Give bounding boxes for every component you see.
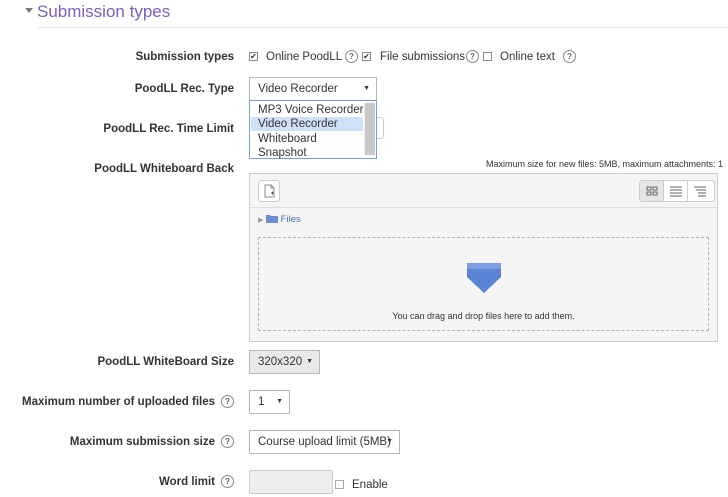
max-size-label: Maximum submission size [69,436,215,448]
word-limit-input[interactable] [249,470,333,494]
max-files-select[interactable]: 1 ▼ [249,390,290,414]
add-file-button[interactable] [258,180,280,202]
option-whiteboard[interactable]: Whiteboard [251,132,363,146]
toolbar-divider [250,207,717,208]
online-poodll-label: Online PoodLL [266,51,343,63]
option-snapshot[interactable]: Snapshot [251,146,363,160]
whiteboard-size-select[interactable]: 320x320 ▼ [249,350,320,374]
view-icons-button[interactable] [640,181,664,201]
view-tree-button[interactable] [688,181,712,201]
chevron-down-icon: ▼ [386,438,393,445]
whiteboard-size-label: PoodLL WhiteBoard Size [97,356,234,368]
folder-icon [266,215,279,223]
file-submissions-checkbox[interactable]: ✔ [362,52,371,61]
list-icon [670,186,682,197]
add-file-icon [264,184,275,198]
help-icon[interactable]: ? [221,395,234,408]
option-video-recorder[interactable]: Video Recorder [251,117,363,131]
file-submissions-label: File submissions [380,51,465,63]
word-limit-label: Word limit [158,476,215,488]
view-switcher [639,180,715,202]
file-path[interactable]: ▶ Files [258,213,301,225]
rec-type-value: Video Recorder [258,83,338,95]
help-icon[interactable]: ? [345,50,358,63]
drop-instructions: You can drag and drop files here to add … [392,311,575,321]
time-limit-label: PoodLL Rec. Time Limit [103,123,234,135]
whiteboard-back-label: PoodLL Whiteboard Back [94,163,234,175]
online-text-label: Online text [500,51,555,63]
rec-type-select[interactable]: Video Recorder ▼ [249,77,377,101]
max-size-note: Maximum size for new files: 5MB, maximum… [486,159,724,169]
max-size-select[interactable]: Course upload limit (5MB) ▼ [249,430,400,454]
help-icon[interactable]: ? [563,50,576,63]
section-title[interactable]: Submission types [37,2,170,22]
rec-type-options-list[interactable]: MP3 Voice Recorder Video Recorder Whiteb… [249,100,377,159]
drop-arrow-icon [467,263,501,293]
whiteboard-size-value: 320x320 [258,356,303,368]
rec-type-label: PoodLL Rec. Type [134,83,234,95]
collapse-caret-icon[interactable] [25,8,33,13]
chevron-down-icon: ▼ [363,85,370,92]
max-files-label: Maximum number of uploaded files [22,396,215,408]
grid-icon [646,186,658,196]
chevron-down-icon: ▼ [276,398,283,405]
word-limit-enable-label: Enable [352,479,388,491]
view-details-button[interactable] [664,181,688,201]
word-limit-enable-checkbox[interactable] [335,480,344,489]
file-manager: ▶ Files You can drag and drop files here… [249,173,718,342]
file-drop-zone[interactable]: You can drag and drop files here to add … [258,237,709,331]
help-icon[interactable]: ? [466,50,479,63]
section-divider [38,27,728,28]
time-limit-select[interactable] [376,117,384,139]
online-poodll-checkbox[interactable]: ✔ [249,52,258,61]
tree-icon [694,186,706,197]
help-icon[interactable]: ? [221,475,234,488]
option-mp3-voice-recorder[interactable]: MP3 Voice Recorder [251,103,363,117]
help-icon[interactable]: ? [221,435,234,448]
max-size-value: Course upload limit (5MB) [258,436,391,448]
max-files-value: 1 [258,396,265,408]
submission-types-label: Submission types [135,51,234,63]
expand-arrow-icon: ▶ [258,217,264,224]
dropdown-scrollbar[interactable] [364,103,375,155]
chevron-down-icon: ▼ [306,358,313,365]
online-text-checkbox[interactable] [483,52,492,61]
files-link[interactable]: Files [281,214,301,225]
